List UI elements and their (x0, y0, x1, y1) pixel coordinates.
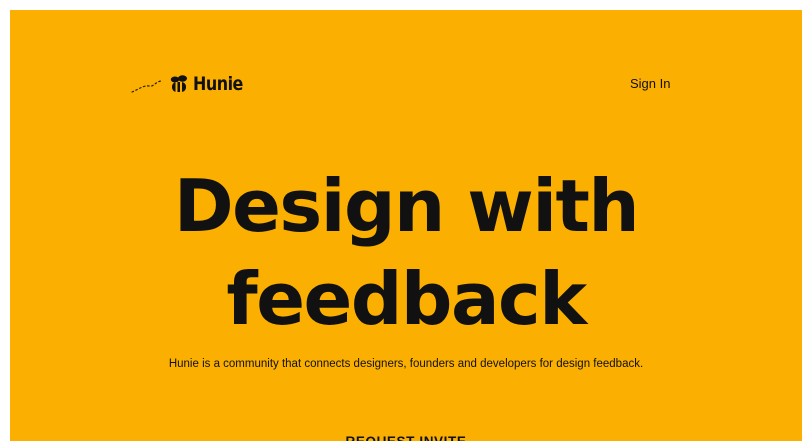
hero-headline: Design with feedback (10, 160, 802, 346)
page-frame: Hunie Sign In Design with feedback Hunie… (10, 10, 802, 441)
top-navigation: Hunie Sign In (10, 10, 802, 93)
hero-section: Hunie Sign In Design with feedback Hunie… (10, 10, 802, 441)
brand-name: Hunie (193, 72, 243, 95)
flight-trail-icon (131, 80, 162, 93)
request-invite-button[interactable]: REQUEST INVITE (306, 426, 506, 441)
sign-in-link[interactable]: Sign In (630, 76, 670, 91)
brand-logo-link[interactable]: Hunie (130, 70, 252, 98)
hero-tagline: Hunie is a community that connects desig… (168, 358, 644, 370)
headline-line: Design with (173, 164, 640, 248)
bee-icon (170, 75, 187, 92)
headline-line: feedback (226, 257, 587, 341)
